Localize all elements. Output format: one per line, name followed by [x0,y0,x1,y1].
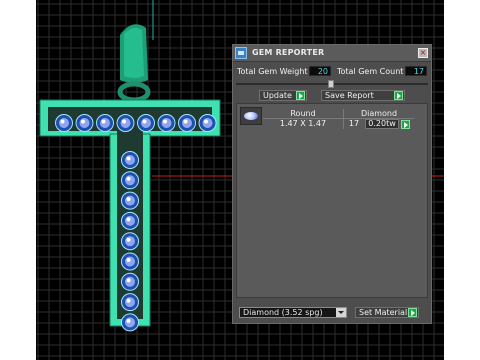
gem-facet [100,118,110,128]
table-header-material: Diamond [344,109,414,119]
gem-highlight [126,156,131,161]
table-cell-count: 17 [348,119,360,128]
total-gem-weight-label: Total Gem Weight [237,67,308,76]
gem-facet [120,118,131,128]
gem-highlight [126,176,131,181]
total-gem-count-value: 17 [405,66,427,76]
gem-facet [141,118,151,128]
gem-highlight [81,119,85,124]
gem-highlight [126,278,131,283]
gem-highlight [126,237,131,242]
gem-highlight [126,298,131,303]
play-icon [408,308,417,317]
row-play-icon[interactable] [401,120,410,129]
gem-facet [125,236,135,247]
gem-reporter-panel: GEM REPORTER × Total Gem Weight 20 Total… [232,44,432,324]
gem-facet [125,297,135,308]
round-gem-thumbnail-icon [240,107,262,125]
close-icon[interactable]: × [418,48,428,58]
gem-highlight [142,119,147,124]
gem-facet [125,276,135,287]
gem-facet [125,215,135,226]
panel-slider-handle[interactable] [328,80,334,88]
gem-facet [161,118,172,128]
play-icon [394,91,403,100]
save-report-button[interactable]: Save Report [321,90,405,101]
gem-highlight [163,119,167,124]
gem-facet [125,256,135,267]
gem-facet [125,317,135,328]
panel-titlebar[interactable]: GEM REPORTER × [233,45,431,62]
table-header-shape: Round [263,109,343,119]
gem-highlight [183,119,188,124]
set-material-button-label: Set Material [359,308,408,317]
gem-facet [59,118,69,128]
gem-facet [125,155,135,165]
save-report-button-label: Save Report [325,91,374,100]
gem-facet [182,118,192,128]
total-gem-weight-value: 20 [309,66,331,76]
gem-facet [125,175,135,186]
gem-facet [202,118,213,128]
total-gem-count-label: Total Gem Count [337,67,404,76]
material-select[interactable]: Diamond (3.52 spg) [239,307,347,318]
material-select-value: Diamond (3.52 spg) [243,308,323,317]
update-button-label: Update [263,91,292,100]
pendant-bail [117,24,151,103]
panel-title: GEM REPORTER [252,48,325,57]
chevron-down-icon[interactable] [336,308,346,317]
gem-facet [79,118,90,128]
gem-highlight [126,258,131,262]
gem-reporter-app-icon [235,47,247,59]
gem-highlight [126,217,131,222]
gem-highlight [204,119,208,124]
gem-highlight [60,119,65,124]
table-cell-size: 1.47 X 1.47 [279,119,327,128]
play-icon [296,91,305,100]
set-material-button[interactable]: Set Material [355,307,419,318]
table-cell-weight: 0.20tw [365,119,399,129]
gem-highlight [101,119,106,124]
gem-highlight [126,318,131,323]
gem-highlight [122,119,126,124]
update-button[interactable]: Update [259,90,307,101]
gem-report-table: Round Diamond 1.47 X 1.47 17 0.20tw [236,103,428,298]
gem-facet [125,195,135,206]
gem-highlight [126,197,131,202]
